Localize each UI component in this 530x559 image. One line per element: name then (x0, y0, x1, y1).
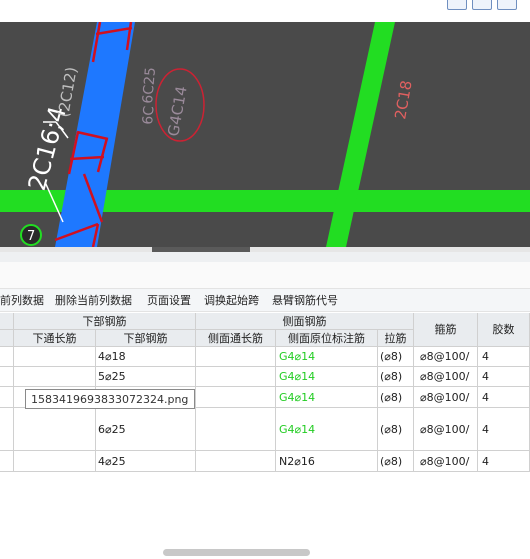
cell-side-through[interactable] (196, 367, 276, 387)
cell-legs[interactable]: 4 (478, 387, 530, 408)
toolbar-cantilever-code[interactable]: 悬臂钢筋代号 (272, 292, 338, 308)
cell-tie[interactable]: (⌀8) (378, 408, 414, 451)
header-bottom-through: 下通长筋 (14, 330, 96, 347)
rebar-label-g4c14[interactable]: G4C14 (164, 85, 191, 138)
rebar-label-6c[interactable]: 6C (140, 105, 158, 125)
cell-bottom-through[interactable] (14, 367, 96, 387)
header-side-through: 侧面通长筋 (196, 330, 276, 347)
toolbar-delete-column[interactable]: 删除当前列数据 (55, 292, 132, 308)
header-bottom-bars: 下部钢筋 (96, 330, 196, 347)
panel-band (0, 262, 530, 288)
cell-bottom-through[interactable] (14, 451, 96, 472)
row-index[interactable] (0, 387, 14, 408)
header-bottom-group: 下部钢筋 (14, 313, 196, 330)
header-side-inplace: 侧面原位标注筋 (276, 330, 378, 347)
cell-tie[interactable]: (⌀8) (378, 451, 414, 472)
row-index[interactable] (0, 408, 14, 451)
cell-bottom-through[interactable] (14, 408, 96, 451)
rebar-label-paren[interactable]: (2C12) (54, 66, 81, 119)
top-toolbar-strip (0, 0, 530, 22)
toolbar-button-1[interactable] (447, 0, 467, 10)
header-spacer-2 (0, 330, 14, 347)
cell-stirrup[interactable]: ⌀8@100/ (414, 367, 478, 387)
drawing-canvas[interactable]: 2C16;4 (2C12) 6C 6C25 G4C14 2C18 7 (0, 22, 530, 247)
cell-stirrup[interactable]: ⌀8@100/ (414, 408, 478, 451)
cell-stirrup[interactable]: ⌀8@100/ (414, 387, 478, 408)
cell-side-through[interactable] (196, 387, 276, 408)
toolbar-page-settings[interactable]: 页面设置 (147, 292, 191, 308)
header-stirrup: 箍筋 (414, 313, 478, 347)
cell-side-inplace[interactable]: G4⌀14 (276, 387, 378, 408)
cell-side-through[interactable] (196, 408, 276, 451)
cell-side-inplace[interactable]: G4⌀14 (276, 408, 378, 451)
cell-side-inplace[interactable]: G4⌀14 (276, 347, 378, 367)
header-tie: 拉筋 (378, 330, 414, 347)
header-spacer (0, 313, 14, 330)
cell-legs[interactable]: 4 (478, 408, 530, 451)
header-legs: 胶数 (478, 313, 530, 347)
cell-bottom-through[interactable] (14, 347, 96, 367)
row-index[interactable] (0, 451, 14, 472)
cell-legs[interactable]: 4 (478, 451, 530, 472)
toolbar-swap-start-span[interactable]: 调换起始跨 (204, 292, 259, 308)
row-index[interactable] (0, 367, 14, 387)
axis-marker-label: 7 (27, 229, 35, 244)
cell-legs[interactable]: 4 (478, 367, 530, 387)
cell-stirrup[interactable]: ⌀8@100/ (414, 347, 478, 367)
cell-tie[interactable]: (⌀8) (378, 387, 414, 408)
cell-tie[interactable]: (⌀8) (378, 367, 414, 387)
row-index[interactable] (0, 347, 14, 367)
rebar-label-2c18[interactable]: 2C18 (391, 79, 416, 121)
cell-side-inplace[interactable]: G4⌀14 (276, 367, 378, 387)
header-side-group: 侧面钢筋 (196, 313, 414, 330)
cell-legs[interactable]: 4 (478, 347, 530, 367)
toolbar-button-3[interactable] (497, 0, 517, 10)
cell-bottom-bars[interactable]: 6⌀25 (96, 408, 196, 451)
cell-side-inplace[interactable]: N2⌀16 (276, 451, 378, 472)
drawing-svg: 2C16;4 (2C12) 6C 6C25 G4C14 2C18 7 (0, 22, 530, 247)
toolbar-button-2[interactable] (472, 0, 492, 10)
cell-tie[interactable]: (⌀8) (378, 347, 414, 367)
table-toolbar: 前列数据 删除当前列数据 页面设置 调换起始跨 悬臂钢筋代号 (0, 288, 530, 312)
diagonal-beam-right[interactable] (326, 22, 395, 247)
toolbar-copy-column[interactable]: 前列数据 (0, 292, 44, 308)
cell-stirrup[interactable]: ⌀8@100/ (414, 451, 478, 472)
horizontal-scrollbar[interactable] (163, 549, 310, 556)
cell-bottom-bars[interactable]: 4⌀25 (96, 451, 196, 472)
cell-side-through[interactable] (196, 451, 276, 472)
cell-bottom-bars[interactable]: 5⌀25 (96, 367, 196, 387)
cell-side-through[interactable] (196, 347, 276, 367)
filename-tooltip: 1583419693833072324.png (25, 389, 195, 409)
cell-bottom-bars[interactable]: 4⌀18 (96, 347, 196, 367)
